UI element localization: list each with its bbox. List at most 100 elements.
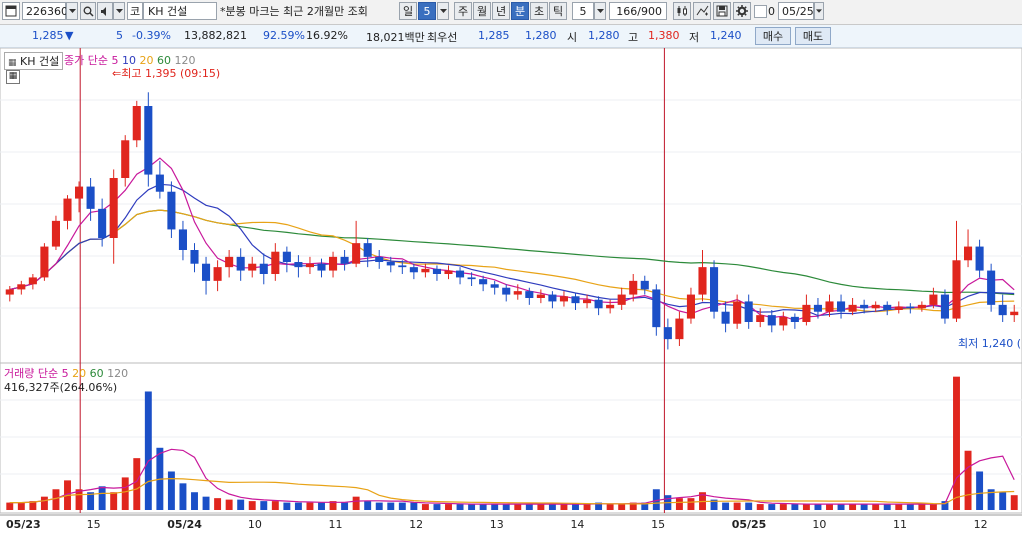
tab-month[interactable]: 월: [473, 2, 491, 20]
volume-bar: [433, 504, 441, 510]
candle-body: [525, 291, 534, 298]
date-checkbox[interactable]: [754, 5, 767, 18]
volume-bar: [179, 483, 187, 510]
volume-bar: [837, 504, 845, 510]
x-axis-tick-label: 15: [87, 518, 101, 531]
tab-day-count[interactable]: 5: [418, 2, 436, 20]
candle-body: [964, 246, 973, 261]
volume-panel-frame: [0, 362, 1022, 514]
candle-body: [28, 277, 37, 285]
price-legend-stock-name: KH 건설: [20, 55, 60, 68]
save-icon[interactable]: [713, 2, 731, 20]
candle-body: [352, 243, 361, 264]
sell-button[interactable]: 매도: [795, 27, 831, 45]
tab-year[interactable]: 년: [492, 2, 510, 20]
interval-dropdown[interactable]: [594, 2, 606, 20]
candle-type-icon[interactable]: [673, 2, 691, 20]
date-input[interactable]: 05/25: [778, 2, 814, 20]
tab-tick[interactable]: 틱: [549, 2, 567, 20]
volume-bar: [768, 504, 776, 510]
volume-bar: [675, 498, 683, 510]
volume-bar: [572, 504, 579, 510]
tab-day-count-label: 5: [423, 4, 431, 18]
tab-tick-label: 틱: [552, 5, 564, 18]
volume-bar: [421, 504, 429, 510]
day-count-dropdown[interactable]: [437, 2, 449, 20]
candle-body: [837, 301, 846, 312]
tab-second-label: 초: [533, 5, 545, 18]
window-icon[interactable]: [2, 2, 20, 20]
candle-body: [548, 294, 557, 302]
draw-tool-icon[interactable]: [693, 2, 711, 20]
volume-bar: [410, 502, 418, 510]
stock-code-value: 226360: [26, 4, 68, 18]
chart-area[interactable]: 05/23 15 05/24 10 11 12 13 14 15 05/25 10 11 12 ▦ KH…: [0, 48, 1022, 539]
volume-bar: [895, 504, 903, 510]
candle-body: [109, 178, 118, 238]
volume-bar: [98, 486, 106, 510]
volume-bar: [826, 504, 833, 510]
stock-code-dropdown[interactable]: [66, 2, 78, 20]
candle-body: [686, 294, 695, 319]
stock-name-field[interactable]: KH 건설: [143, 2, 217, 20]
candle-body: [952, 260, 961, 319]
sound-icon[interactable]: [97, 2, 113, 20]
volume-bar: [225, 499, 233, 510]
volume-bar: [294, 502, 302, 510]
volume-bar: [802, 504, 810, 510]
search-icon[interactable]: [80, 2, 96, 20]
tab-second[interactable]: 초: [530, 2, 548, 20]
volume-bar: [687, 498, 695, 510]
candle-body: [571, 296, 580, 304]
candle-body: [998, 304, 1007, 316]
candle-body: [363, 243, 372, 257]
volume-bar: [999, 492, 1007, 510]
market-label: 코: [129, 5, 141, 18]
volume-bar: [906, 504, 914, 510]
candle-body: [652, 289, 661, 328]
settings-gear-icon[interactable]: [733, 2, 751, 20]
candle-body: [813, 304, 822, 312]
volume-bar: [167, 471, 175, 510]
volume-bar: [110, 492, 118, 510]
table-grid-icon[interactable]: ▦: [6, 70, 20, 84]
candle-body: [467, 277, 476, 280]
volume-bar: [791, 504, 799, 510]
quote-bar: 1,285 ▼ 5 -0.39% 13,882,821 92.59% 16.92…: [0, 25, 1022, 48]
volume-bar: [849, 504, 857, 510]
volume-bar: [560, 504, 568, 510]
candle-body: [744, 301, 753, 322]
volume-bar: [514, 504, 522, 510]
tab-week[interactable]: 주: [454, 2, 472, 20]
high-arrow-icon: ⇐: [112, 67, 122, 80]
volume-bar: [733, 502, 741, 510]
stock-code-input[interactable]: 226360: [22, 2, 68, 20]
candle-body: [432, 268, 441, 274]
date-dropdown[interactable]: [814, 2, 824, 20]
interval-input[interactable]: 5: [572, 2, 594, 20]
volume-bar: [214, 498, 222, 510]
interval-value: 5: [579, 4, 587, 18]
volume-bar: [52, 489, 60, 510]
date-value: 05/25: [782, 4, 814, 18]
tab-minute[interactable]: 분: [511, 2, 529, 20]
volume-bar: [398, 502, 406, 510]
price-legend-stock[interactable]: ▦ KH 건설: [4, 52, 64, 70]
x-axis-tick-label: 12: [409, 518, 423, 531]
count-input[interactable]: 166/900: [609, 2, 667, 20]
tab-day[interactable]: 일: [399, 2, 417, 20]
volume-bar: [745, 502, 753, 510]
candlestick-chart[interactable]: 05/23 15 05/24 10 11 12 13 14 15 05/25 10 11 12: [0, 48, 1022, 539]
candle-body: [305, 263, 314, 268]
ma-legend-label: 종가 단순: [64, 54, 108, 67]
candle-body: [225, 256, 234, 268]
buy-button[interactable]: 매수: [755, 27, 791, 45]
tab-month-label: 월: [476, 5, 488, 18]
candle-body: [490, 284, 499, 288]
volume-bar: [375, 502, 383, 510]
volume-bar: [525, 504, 533, 510]
volume-bar: [814, 504, 822, 510]
sound-dropdown[interactable]: [113, 2, 125, 20]
volume-bar: [883, 504, 891, 510]
high-label: 고: [628, 31, 639, 44]
